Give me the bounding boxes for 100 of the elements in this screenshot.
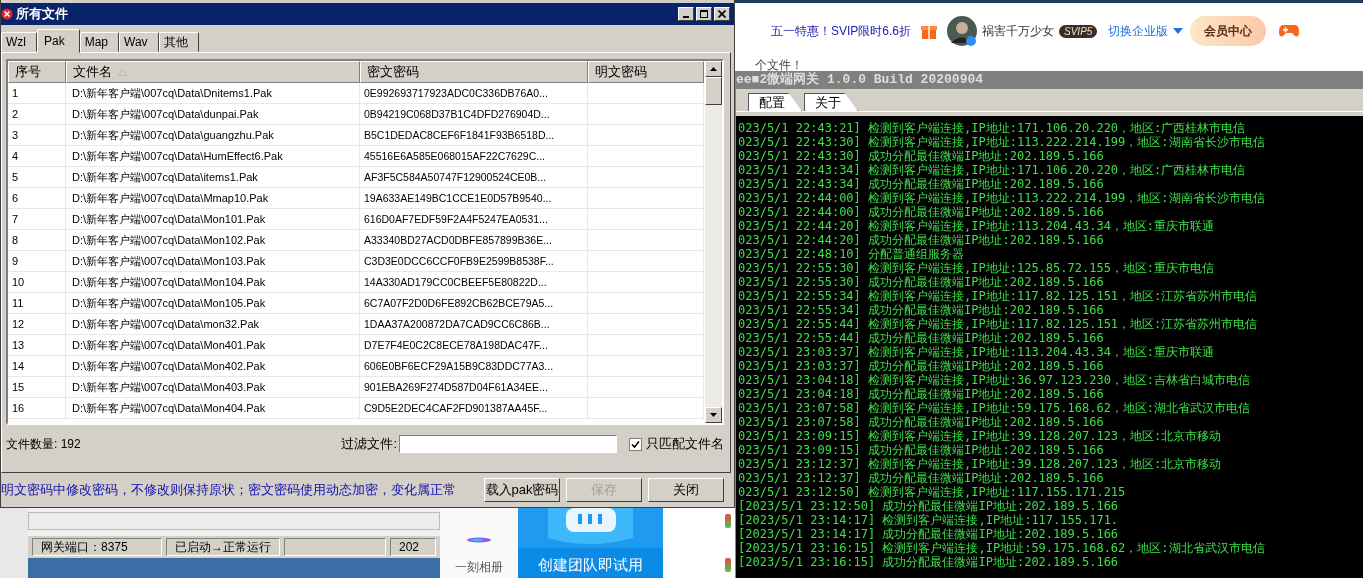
album-icon[interactable] — [467, 537, 491, 543]
table-cell: D:\新年客户端\007cq\Data\Mon403.Pak — [66, 377, 360, 398]
tab[interactable]: 关于 — [804, 93, 858, 111]
scroll-thumb[interactable] — [705, 77, 722, 105]
log-line: 023/5/1 22:43:30] 检测到客户端连接,IP地址:113.222.214.199，地区:湖南省长沙市电信 — [738, 135, 1266, 149]
table-row[interactable]: 8 D:\新年客户端\007cq\Data\Mon102.Pak A33340BD27ACD0DBFE857899B36E... — [8, 230, 705, 251]
match-filename-checkbox[interactable]: 只匹配文件名 — [629, 435, 724, 453]
scroll-down-button[interactable] — [705, 407, 722, 423]
table-cell: D:\新年客户端\007cq\Data\dunpai.Pak — [66, 104, 360, 125]
table-row[interactable]: 12 D:\新年客户端\007cq\Data\mon32.Pak 1DAA37A200872DA7CAD9CC6C86B... — [8, 314, 705, 335]
table-cell: D:\新年客户端\007cq\Data\Mon404.Pak — [66, 398, 360, 419]
table-row[interactable]: 14 D:\新年客户端\007cq\Data\Mon402.Pak 606E0BF6ECF29A15B9C83DDC77A3... — [8, 356, 705, 377]
up-arrow-icon — [710, 67, 717, 71]
table-row[interactable]: 16 D:\新年客户端\007cq\Data\Mon404.Pak C9D5E2DEC4CAF2FD901387AA45F... — [8, 398, 705, 419]
log-line: [2023/5/1 23:14:17] 检测到客户端连接,IP地址:117.155.171. — [738, 513, 1120, 527]
table-cell: D:\新年客户端\007cq\Data\Mon102.Pak — [66, 230, 360, 251]
log-line: 023/5/1 22:44:00] 检测到客户端连接,IP地址:113.222.214.199，地区:湖南省长沙市电信 — [738, 191, 1266, 205]
table-row[interactable]: 6 D:\新年客户端\007cq\Data\Mmap10.Pak 19A633AE149BC1CCE1E0D57B9540... — [8, 188, 705, 209]
tab[interactable]: 配置 — [748, 93, 802, 111]
table-cell: D7E7F4E0C2C8ECE78A198DAC47F... — [360, 335, 588, 356]
scroll-up-button[interactable] — [705, 61, 722, 77]
tab[interactable]: Map — [79, 32, 120, 52]
table-row[interactable]: 13 D:\新年客户端\007cq\Data\Mon401.Pak D7E7F4E0C2C8ECE78A198DAC47F... — [8, 335, 705, 356]
hint-text: 明文密码中修改密码，不修改则保持原状；密文密码使用动态加密，变化属正常 — [1, 481, 457, 499]
log-line: [2023/5/1 23:12:50] 成功分配最佳微端IP地址:202.189.5.166 — [738, 499, 1120, 513]
table-cell: AF3F5C584A50747F12900524CE0B... — [360, 167, 588, 188]
caret-icon[interactable] — [1173, 28, 1184, 34]
log-line: 023/5/1 23:12:37] 成功分配最佳微端IP地址:202.189.5.166 — [738, 471, 1105, 485]
column-header[interactable]: 文件名 — [66, 61, 360, 83]
table-row[interactable]: 1 D:\新年客户端\007cq\Data\Dnitems1.Pak 0E992693717923ADC0C336DB76A0... — [8, 83, 705, 104]
log-line: 023/5/1 22:55:30] 检测到客户端连接,IP地址:125.85.72.155，地区:重庆市电信 — [738, 261, 1216, 275]
column-header[interactable]: 序号 — [8, 61, 66, 83]
log-line: 023/5/1 23:09:15] 检测到客户端连接,IP地址:39.128.207.123，地区:北京市移动 — [738, 429, 1223, 443]
log-line: 023/5/1 22:43:21] 检测到客户端连接,IP地址:171.106.20.220，地区:广西桂林市电信 — [738, 121, 1247, 135]
table-cell: B5C1DEDAC8CEF6F1841F93B6518D... — [360, 125, 588, 146]
table-cell: 6C7A07F2D0D6FE892CB62BCE79A5... — [360, 293, 588, 314]
column-header[interactable]: 明文密码 — [588, 61, 704, 83]
table-row[interactable]: 3 D:\新年客户端\007cq\Data\guangzhu.Pak B5C1DEDAC8CEF6F1841F93B6518D... — [8, 125, 705, 146]
app-label[interactable]: 一刻相册 — [455, 559, 503, 576]
table-cell: 3 — [8, 125, 66, 146]
log-line: 023/5/1 22:55:30] 成功分配最佳微端IP地址:202.189.5.166 — [738, 275, 1105, 289]
scrollbar[interactable] — [28, 512, 440, 530]
table-row[interactable]: 2 D:\新年客户端\007cq\Data\dunpai.Pak 0B94219C068D37B1C4DFD276904D... — [8, 104, 705, 125]
log-line: 023/5/1 22:43:30] 成功分配最佳微端IP地址:202.189.5.166 — [738, 149, 1105, 163]
window-title: ee■2微端网关 1.0.0 Build 20200904 — [736, 72, 984, 87]
table-cell: D:\新年客户端\007cq\Data\Dnitems1.Pak — [66, 83, 360, 104]
table-cell: D:\新年客户端\007cq\Data\items1.Pak — [66, 167, 360, 188]
maximize-button[interactable] — [696, 7, 712, 21]
table-cell: 1DAA37A200872DA7CAD9CC6C86B... — [360, 314, 588, 335]
member-center-button[interactable]: 会员中心 — [1190, 16, 1267, 46]
column-header[interactable]: 密文密码 — [360, 61, 588, 83]
table-row[interactable]: 11 D:\新年客户端\007cq\Data\Mon105.Pak 6C7A07F2D0D6FE892CB62BCE79A5... — [8, 293, 705, 314]
dialog-button[interactable]: 载入pak密码 — [484, 478, 560, 502]
filter-field[interactable] — [399, 435, 617, 453]
scrollbar[interactable] — [705, 61, 722, 423]
log-line: [2023/5/1 23:14:17] 成功分配最佳微端IP地址:202.189.5.166 — [738, 527, 1120, 541]
table-cell: D:\新年客户端\007cq\Data\Mon105.Pak — [66, 293, 360, 314]
table-cell: 4 — [8, 146, 66, 167]
log-line: 023/5/1 22:44:20] 检测到客户端连接,IP地址:113.204.43.34，地区:重庆市联通 — [738, 219, 1216, 233]
log-line: 023/5/1 23:07:58] 成功分配最佳微端IP地址:202.189.5.166 — [738, 415, 1105, 429]
table-row[interactable]: 5 D:\新年客户端\007cq\Data\items1.Pak AF3F5C584A50747F12900524CE0B... — [8, 167, 705, 188]
log-line: 023/5/1 22:44:20] 成功分配最佳微端IP地址:202.189.5.166 — [738, 233, 1105, 247]
avatar[interactable] — [947, 16, 978, 46]
promo-link[interactable]: 五一特惠！SVIP限时6.6折 — [771, 22, 912, 40]
table-cell: D:\新年客户端\007cq\Data\Mon103.Pak — [66, 251, 360, 272]
table-cell: D:\新年客户端\007cq\Data\Mon402.Pak — [66, 356, 360, 377]
table-row[interactable]: 15 D:\新年客户端\007cq\Data\Mon403.Pak 901EBA269F274D587D04F61A34EE... — [8, 377, 705, 398]
filter-label: 过滤文件: — [341, 435, 397, 453]
table-row[interactable]: 9 D:\新年客户端\007cq\Data\Mon103.Pak C3D3E0DCC6CCF0FB9E2599B8538F... — [8, 251, 705, 272]
table-cell: D:\新年客户端\007cq\Data\Mon401.Pak — [66, 335, 360, 356]
table-cell: 15 — [8, 377, 66, 398]
minimize-button[interactable] — [678, 7, 694, 21]
username[interactable]: 祸害千万少女 — [982, 22, 1055, 40]
table-row[interactable]: 7 D:\新年客户端\007cq\Data\Mon101.Pak 616D0AF7EDF59F2A4F5247EA0531... — [8, 209, 705, 230]
tab[interactable]: Wav — [119, 32, 159, 52]
table-cell: 10 — [8, 272, 66, 293]
table-cell: 9 — [8, 251, 66, 272]
status-panel: 网关端口：8375 — [32, 538, 162, 556]
table-row[interactable]: 10 D:\新年客户端\007cq\Data\Mon104.Pak 14A330AD179CC0CBEEF5E80822D... — [8, 272, 705, 293]
tab[interactable]: Wzl — [1, 32, 37, 52]
app-icon[interactable] — [725, 514, 731, 528]
table-cell: 606E0BF6ECF29A15B9C83DDC77A3... — [360, 356, 588, 377]
table-cell: C9D5E2DEC4CAF2FD901387AA45F... — [360, 398, 588, 419]
table-cell: 19A633AE149BC1CCE1E0D57B9540... — [360, 188, 588, 209]
table-cell: 6 — [8, 188, 66, 209]
table-cell: 616D0AF7EDF59F2A4F5247EA0531... — [360, 209, 588, 230]
gamepad-icon[interactable] — [1279, 24, 1300, 38]
file-count: 文件数量: 192 — [6, 435, 81, 453]
table-cell: D:\新年客户端\007cq\Data\mon32.Pak — [66, 314, 360, 335]
tab[interactable]: 其他 — [158, 32, 199, 52]
table-row[interactable]: 4 D:\新年客户端\007cq\Data\HumEffect6.Pak 45516E6A585E068015AF22C7629C... — [8, 146, 705, 167]
switch-edition-link[interactable]: 切换企业版 — [1108, 22, 1169, 40]
log-line: 023/5/1 22:43:34] 成功分配最佳微端IP地址:202.189.5.166 — [738, 177, 1105, 191]
dialog-button[interactable]: 关闭 — [648, 478, 724, 502]
log-line: 023/5/1 22:55:34] 成功分配最佳微端IP地址:202.189.5.166 — [738, 303, 1105, 317]
close-button[interactable] — [714, 7, 730, 21]
page-text: 个文件！ — [755, 59, 803, 71]
window-title: 所有文件 — [16, 5, 68, 23]
app-icon[interactable] — [725, 558, 731, 572]
tab[interactable]: Pak — [37, 29, 80, 53]
